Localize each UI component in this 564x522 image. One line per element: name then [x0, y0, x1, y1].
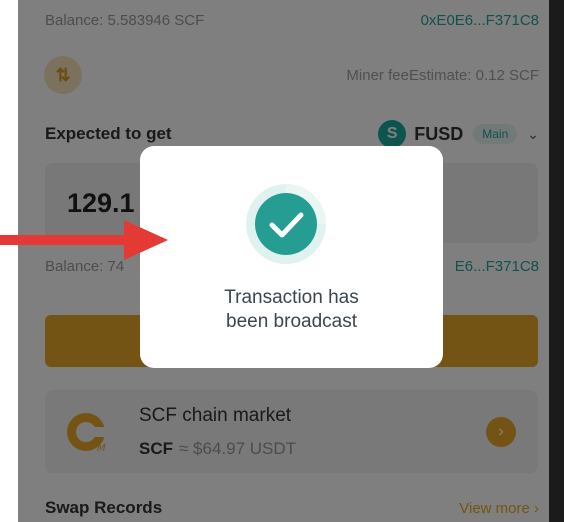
broadcast-success-dialog: Transaction has been broadcast: [140, 146, 443, 368]
swap-screen: Balance: 5.583946 SCF 0xE0E6...F371C8 ⇅ …: [18, 0, 549, 522]
frame-left: [0, 0, 18, 522]
dialog-message-line1: Transaction has: [224, 287, 359, 308]
dialog-message: Transaction has been broadcast: [140, 286, 443, 334]
frame-right-edge: [549, 0, 564, 522]
dialog-message-line2: been broadcast: [226, 311, 357, 332]
red-arrow-icon: [0, 220, 168, 260]
check-circle-icon: [246, 184, 326, 264]
